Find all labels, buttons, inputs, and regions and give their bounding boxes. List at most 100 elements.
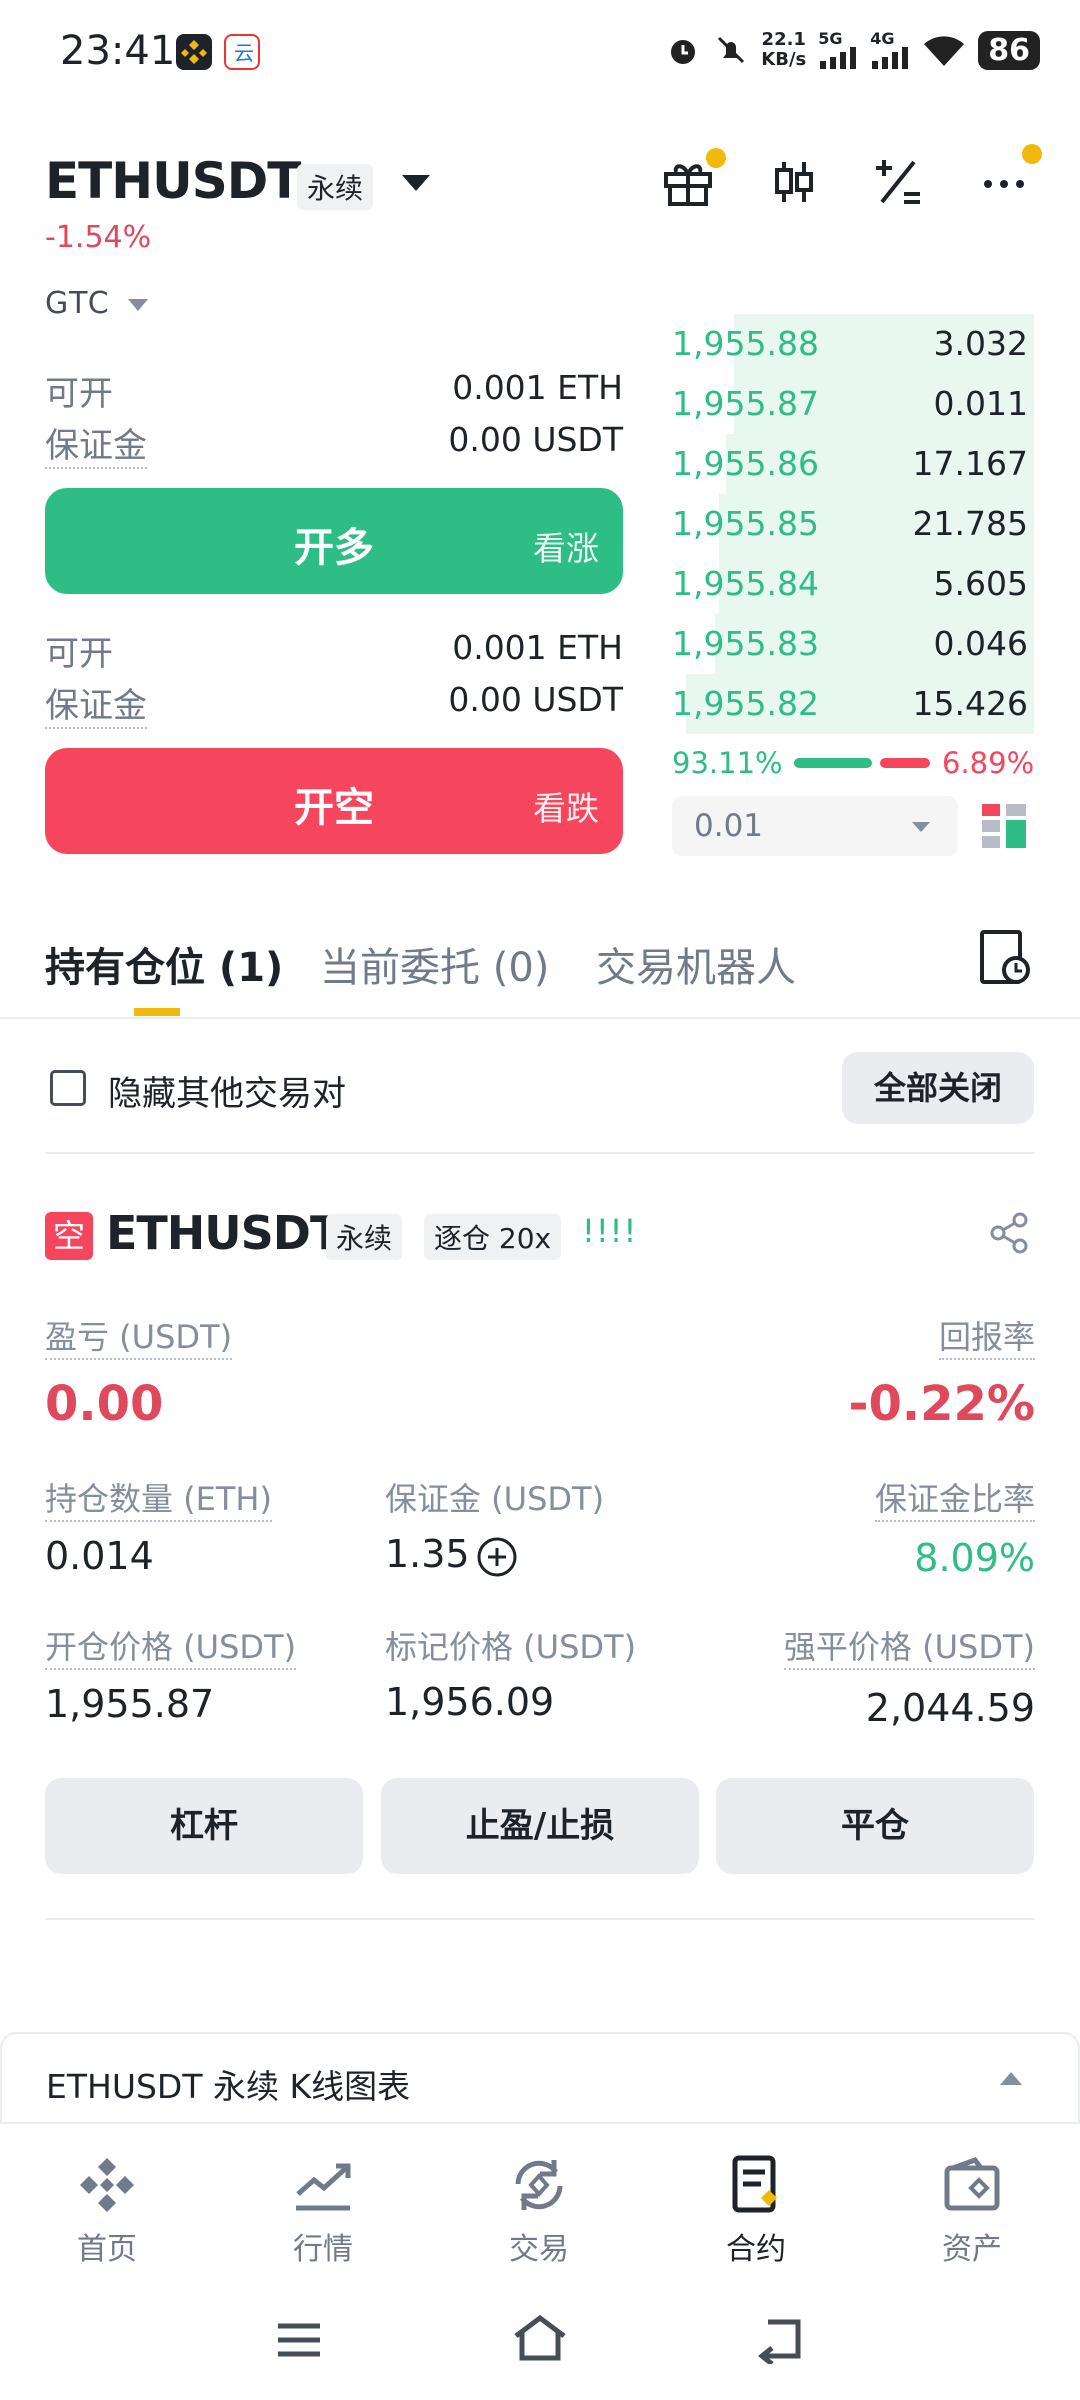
- share-icon[interactable]: [986, 1210, 1032, 1256]
- close-all-button[interactable]: 全部关闭: [842, 1052, 1034, 1124]
- short-available-value: 0.001 ETH: [452, 628, 623, 667]
- status-time: 23:41: [60, 28, 176, 74]
- close-position-button[interactable]: 平仓: [716, 1778, 1034, 1874]
- short-margin-value: 0.00 USDT: [448, 680, 623, 719]
- wifi-icon: [924, 36, 965, 66]
- orderbook-layout-icon[interactable]: [982, 802, 1028, 850]
- entry-price-label[interactable]: 开仓价格 (USDT): [45, 1622, 297, 1670]
- long-available-label: 可开: [45, 374, 113, 414]
- orderbook-price: 1,955.88: [672, 324, 819, 363]
- gift-icon[interactable]: [656, 148, 726, 214]
- roe-value: -0.22%: [848, 1376, 1035, 1432]
- size-label[interactable]: 持仓数量 (ETH): [45, 1474, 272, 1522]
- open-short-button[interactable]: 开空 看跌: [45, 748, 623, 854]
- margin-value: 1.35: [385, 1532, 470, 1576]
- buy-sell-ratio-bar: [794, 758, 930, 768]
- precision-select[interactable]: 0.01: [672, 796, 958, 856]
- orderbook-qty: 21.785: [912, 504, 1028, 543]
- orderbook-row[interactable]: 1,955.83 0.046: [672, 614, 1034, 674]
- leverage-button[interactable]: 杠杆: [45, 1778, 363, 1874]
- calculator-icon[interactable]: [866, 150, 930, 214]
- futures-icon: [721, 2150, 791, 2220]
- nav-futures[interactable]: 合约: [686, 2150, 826, 2268]
- svg-text:云: 云: [234, 41, 254, 65]
- battery-level: 86: [978, 30, 1040, 70]
- orderbook-price: 1,955.83: [672, 624, 819, 663]
- signal-5g-icon: 5G: [818, 31, 858, 69]
- mark-price-label: 标记价格 (USDT): [385, 1628, 637, 1666]
- open-long-button[interactable]: 开多 看涨: [45, 488, 623, 594]
- short-margin-label[interactable]: 保证金: [45, 678, 147, 729]
- status-icons: 22.1 KB/s 5G 4G 86: [665, 30, 1040, 70]
- buy-ratio: 93.11%: [672, 746, 783, 780]
- time-in-force-select[interactable]: GTC: [45, 286, 149, 316]
- add-margin-icon[interactable]: [476, 1536, 518, 1578]
- sell-ratio: 6.89%: [942, 746, 1035, 780]
- orderbook-price: 1,955.84: [672, 564, 819, 603]
- adl-indicator[interactable]: !!!!: [582, 1212, 637, 1250]
- margin-ratio-value: 8.09%: [914, 1536, 1035, 1580]
- contract-tag: 永续: [297, 164, 374, 210]
- kline-chart-section[interactable]: ETHUSDT 永续 K线图表: [0, 2032, 1080, 2122]
- orderbook-qty: 5.605: [933, 564, 1028, 603]
- cloud-app-icon: 云: [224, 34, 260, 70]
- system-home-icon[interactable]: [510, 2312, 570, 2364]
- candlestick-icon[interactable]: [762, 150, 826, 214]
- long-margin-value: 0.00 USDT: [448, 420, 623, 459]
- mark-price-value: 1,956.09: [385, 1680, 555, 1724]
- pnl-label[interactable]: 盈亏 (USDT): [45, 1312, 233, 1360]
- system-menu-icon[interactable]: [274, 2318, 324, 2362]
- long-available-value: 0.001 ETH: [452, 368, 623, 407]
- pnl-value: 0.00: [45, 1376, 164, 1432]
- orderbook-row[interactable]: 1,955.82 15.426: [672, 674, 1034, 734]
- orderbook-qty: 0.046: [933, 624, 1028, 663]
- hide-other-pairs-label[interactable]: 隐藏其他交易对: [108, 1066, 346, 1115]
- orderbook-qty: 17.167: [912, 444, 1028, 483]
- chevron-up-icon[interactable]: [1000, 2072, 1022, 2085]
- orderbook-row[interactable]: 1,955.88 3.032: [672, 314, 1034, 374]
- system-back-icon[interactable]: [754, 2314, 810, 2366]
- nav-trade[interactable]: 交易: [469, 2150, 609, 2268]
- orderbook-qty: 0.011: [933, 384, 1028, 423]
- tp-sl-button[interactable]: 止盈/止损: [381, 1778, 699, 1874]
- nav-assets[interactable]: 资产: [902, 2150, 1042, 2268]
- position-contract-tag: 永续: [326, 1214, 403, 1260]
- size-value: 0.014: [45, 1534, 154, 1578]
- mute-bell-icon: [718, 36, 745, 64]
- hide-other-pairs-checkbox[interactable]: [50, 1070, 86, 1106]
- short-side-badge: 空: [45, 1212, 93, 1260]
- price-change: -1.54%: [45, 220, 152, 255]
- tab-positions[interactable]: 持有仓位 (1): [45, 935, 283, 993]
- orderbook-row[interactable]: 1,955.84 5.605: [672, 554, 1034, 614]
- roe-label[interactable]: 回报率: [938, 1312, 1035, 1360]
- caret-down-icon: [128, 298, 149, 311]
- position-symbol[interactable]: ETHUSDT: [106, 1206, 341, 1260]
- history-icon[interactable]: [976, 928, 1032, 988]
- sell-ratio-bar: [879, 758, 930, 768]
- orderbook-row[interactable]: 1,955.87 0.011: [672, 374, 1034, 434]
- markets-chart-icon: [288, 2150, 358, 2220]
- orderbook-row[interactable]: 1,955.85 21.785: [672, 494, 1034, 554]
- tab-trading-bots[interactable]: 交易机器人: [596, 935, 796, 993]
- symbol-title[interactable]: ETHUSDT: [45, 152, 301, 210]
- divider: [45, 1918, 1035, 1920]
- nav-home[interactable]: 首页: [37, 2150, 177, 2268]
- binance-app-icon: [176, 34, 212, 70]
- orderbook-row[interactable]: 1,955.86 17.167: [672, 434, 1034, 494]
- margin-ratio-label[interactable]: 保证金比率: [874, 1474, 1035, 1522]
- entry-price-value: 1,955.87: [45, 1682, 215, 1726]
- trade-icon: [504, 2150, 574, 2220]
- status-bar: 23:41 云 22.1 KB/s 5G 4G 86: [0, 0, 1080, 100]
- nav-markets[interactable]: 行情: [253, 2150, 393, 2268]
- orderbook-qty: 3.032: [933, 324, 1028, 363]
- orderbook-price: 1,955.82: [672, 684, 819, 723]
- liq-price-label[interactable]: 强平价格 (USDT): [783, 1622, 1035, 1670]
- active-tab-indicator: [134, 1008, 180, 1016]
- long-margin-label[interactable]: 保证金: [45, 418, 147, 469]
- kline-chart-title: ETHUSDT 永续 K线图表: [46, 2067, 411, 2106]
- margin-label: 保证金 (USDT): [385, 1480, 605, 1518]
- caret-down-icon: [912, 822, 930, 832]
- more-icon[interactable]: [972, 144, 1042, 214]
- tab-open-orders[interactable]: 当前委托 (0): [320, 935, 549, 993]
- chevron-down-icon[interactable]: [402, 175, 430, 191]
